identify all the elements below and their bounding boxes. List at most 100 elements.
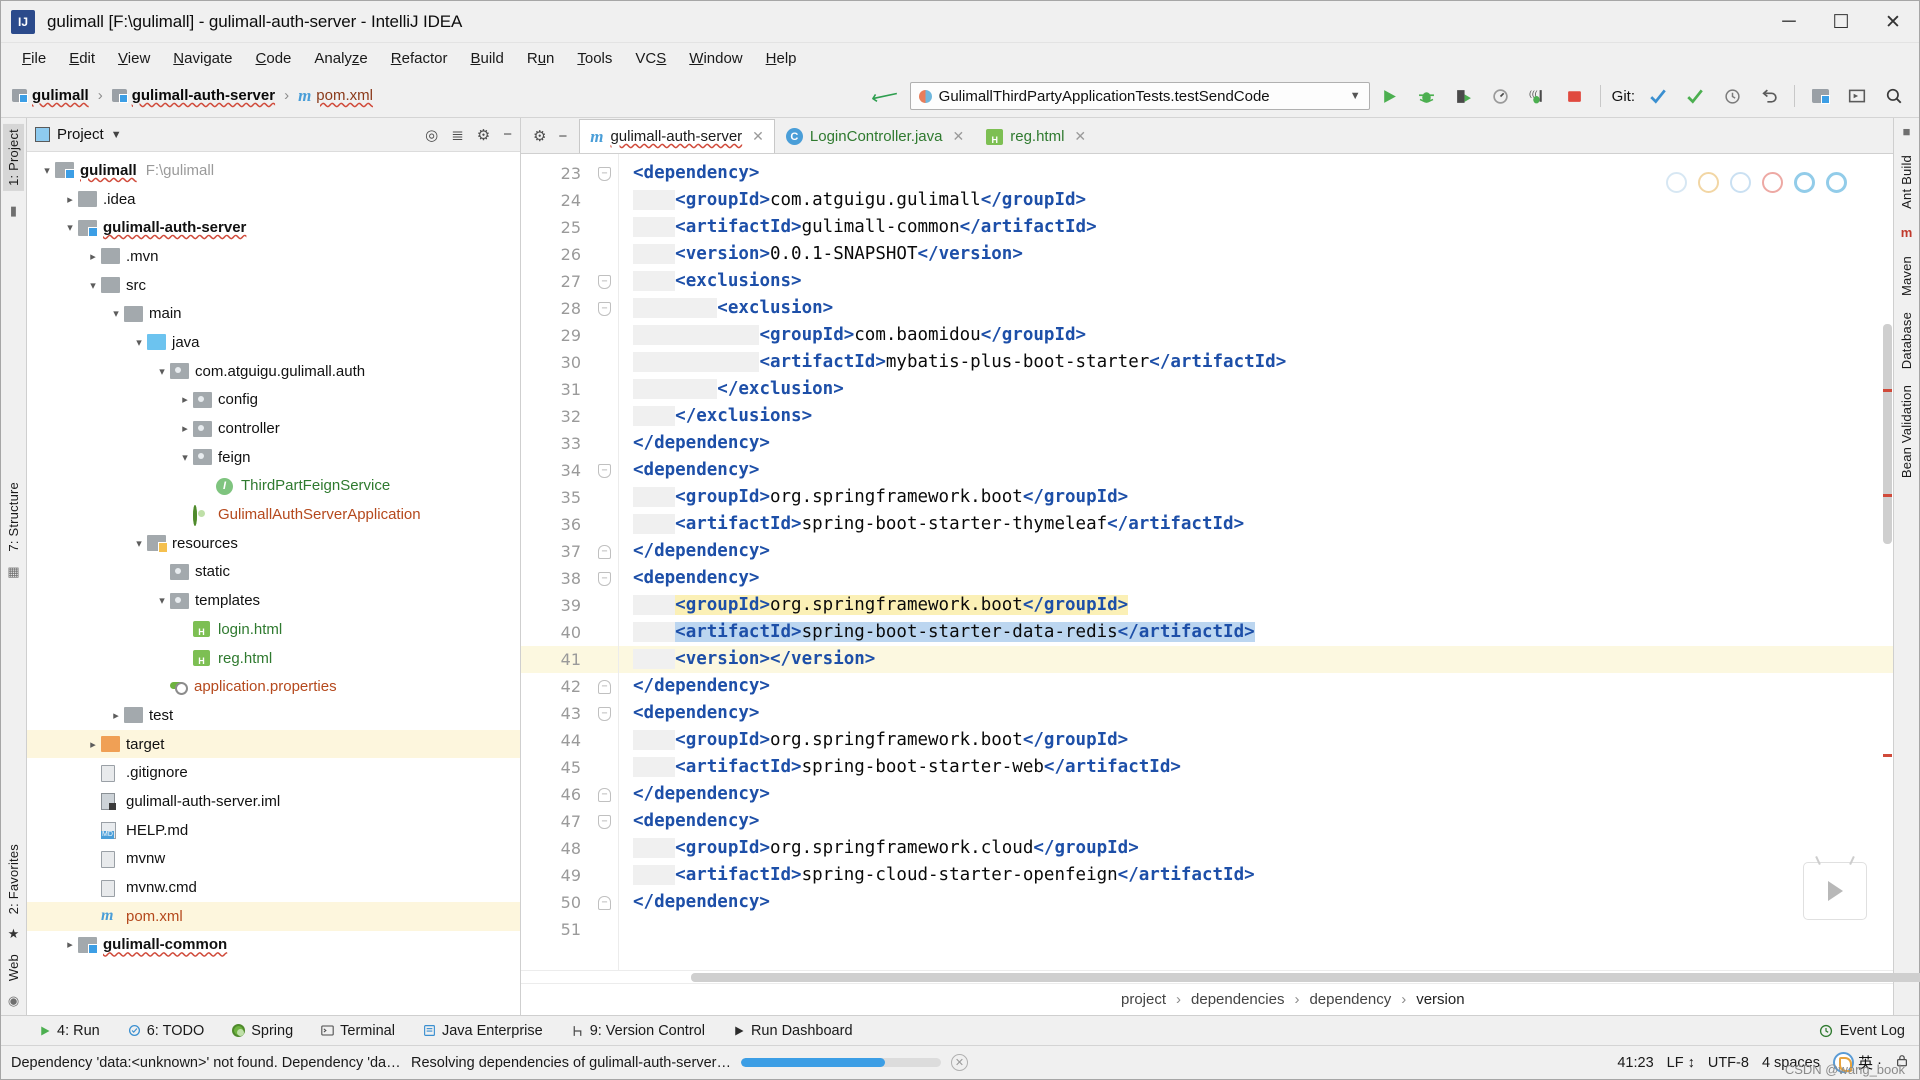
tree-node-target[interactable]: ▸ target (27, 729, 520, 759)
tool-window-run[interactable]: 4: Run (35, 1021, 104, 1041)
chevron-down-icon[interactable]: ▾ (154, 594, 170, 607)
globe-icon[interactable]: ◉ (8, 993, 19, 1009)
editor-breadcrumb-item[interactable]: version (1416, 991, 1464, 1008)
code-editor[interactable]: 23 24 25 26 27 28 29 30 31 32 33 34 35 36 37 38 39 40 41 42… (521, 154, 1893, 970)
hide-icon[interactable]: − (558, 128, 567, 145)
close-icon[interactable]: ✕ (1867, 1, 1919, 43)
code-line[interactable]: <version></version> (619, 646, 1893, 673)
sidebar-item-ant-build[interactable]: Ant Build (1899, 155, 1914, 209)
menu-refactor[interactable]: Refactor (380, 47, 459, 70)
code-line[interactable]: <dependency> (619, 565, 1893, 592)
editor-breadcrumb-item[interactable]: dependencies (1191, 991, 1284, 1008)
chevron-right-icon[interactable]: ▸ (62, 938, 78, 951)
fold-end-icon[interactable]: − (598, 544, 611, 559)
fold-collapse-icon[interactable]: − (598, 571, 611, 586)
chevron-down-icon[interactable]: ▾ (131, 336, 147, 349)
code-line[interactable]: </dependency> (619, 781, 1893, 808)
breadcrumb-item-file[interactable]: m pom.xml (295, 84, 376, 108)
star-icon[interactable]: ★ (8, 926, 20, 942)
code-line[interactable]: <version>0.0.1-SNAPSHOT</version> (619, 241, 1893, 268)
tree-node-mvn[interactable]: ▸ .mvn (27, 242, 520, 271)
sidebar-item-favorites[interactable]: 2: Favorites (6, 844, 21, 914)
commit-icon[interactable] (1678, 79, 1712, 113)
close-icon[interactable]: ✕ (953, 128, 965, 145)
sidebar-item-bean-validation[interactable]: Bean Validation (1899, 385, 1914, 478)
fold-end-icon[interactable]: − (598, 679, 611, 694)
edge-icon[interactable] (1794, 172, 1815, 193)
gear-icon[interactable]: ⚙ (533, 127, 546, 145)
fold-marker[interactable]: − (591, 808, 618, 835)
run-icon[interactable] (1373, 79, 1407, 113)
profiler-icon[interactable] (1484, 79, 1518, 113)
editor-horizontal-scrollbar[interactable] (521, 970, 1920, 983)
code-line[interactable]: </dependency> (619, 673, 1893, 700)
fold-marker[interactable]: − (591, 160, 618, 187)
error-stripe-mark[interactable] (1883, 494, 1892, 497)
code-line[interactable]: <artifactId>spring-cloud-starter-openfei… (619, 862, 1893, 889)
sidebar-item-structure[interactable]: 7: Structure (6, 482, 21, 552)
tree-node-templates[interactable]: ▾ templates (27, 586, 520, 615)
tree-node-application-properties[interactable]: application.properties (27, 672, 520, 701)
folder-icon[interactable]: ▮ (10, 203, 17, 219)
line-separator[interactable]: LF ↕ (1667, 1055, 1695, 1071)
hide-icon[interactable]: − (503, 126, 512, 143)
editor-breadcrumb-item[interactable]: dependency (1309, 991, 1391, 1008)
sidebar-item-project[interactable]: 1: Project (3, 124, 24, 191)
status-message[interactable]: Dependency 'data:<unknown>' not found. D… (11, 1055, 401, 1071)
code-line[interactable]: <groupId>org.springframework.boot</group… (619, 727, 1893, 754)
code-line[interactable]: <artifactId>spring-boot-starter-data-red… (619, 619, 1893, 646)
tree-node-gulimall-auth-server-iml[interactable]: gulimall-auth-server.iml (27, 787, 520, 816)
breadcrumb-item-module[interactable]: gulimall-auth-server (109, 85, 278, 106)
code-line[interactable]: <groupId>com.baomidou</groupId> (619, 322, 1893, 349)
scrollbar-thumb[interactable] (691, 973, 1920, 982)
menu-code[interactable]: Code (245, 47, 303, 70)
error-stripe-mark[interactable] (1883, 754, 1892, 757)
tree-node-pom-xml[interactable]: m pom.xml (27, 901, 520, 931)
sidebar-item-database[interactable]: Database (1899, 312, 1914, 369)
tree-node-help-md[interactable]: HELP.md (27, 816, 520, 845)
editor-breadcrumb-item[interactable]: project (1121, 991, 1166, 1008)
menu-file[interactable]: FFileile (11, 47, 57, 70)
fold-marker[interactable]: − (591, 673, 618, 700)
menu-vcs[interactable]: VCS (624, 47, 677, 70)
code-line[interactable]: <artifactId>spring-boot-starter-web</art… (619, 754, 1893, 781)
tree-node-java[interactable]: ▾ java (27, 328, 520, 357)
fold-marker[interactable]: − (591, 457, 618, 484)
chevron-right-icon[interactable]: ▸ (85, 250, 101, 263)
fold-collapse-icon[interactable]: − (598, 301, 611, 316)
stop-icon[interactable] (1558, 79, 1592, 113)
menu-edit[interactable]: Edit (58, 47, 106, 70)
event-log-group[interactable]: Event Log (1819, 1023, 1919, 1039)
tool-window-version-control[interactable]: 9: Version Control (567, 1021, 709, 1041)
fold-collapse-icon[interactable]: − (598, 706, 611, 721)
code-line[interactable]: <groupId>org.springframework.boot</group… (619, 592, 1893, 619)
chevron-down-icon[interactable]: ▾ (154, 365, 170, 378)
tool-window-run-dashboard[interactable]: Run Dashboard (729, 1021, 857, 1041)
tree-node-static[interactable]: static (27, 558, 520, 587)
code-line[interactable]: <artifactId>gulimall-common</artifactId> (619, 214, 1893, 241)
fold-marker[interactable]: − (591, 295, 618, 322)
fold-collapse-icon[interactable]: − (598, 463, 611, 478)
tab-gulimall-auth-server[interactable]: m gulimall-auth-server ✕ (579, 119, 775, 153)
tool-window-todo[interactable]: 6: TODO (124, 1021, 208, 1041)
tree-node-test[interactable]: ▸ test (27, 701, 520, 730)
update-project-icon[interactable] (1641, 79, 1675, 113)
tree-node-controller[interactable]: ▸ controller (27, 414, 520, 443)
menu-navigate[interactable]: Navigate (162, 47, 243, 70)
code-line[interactable]: <artifactId>mybatis-plus-boot-starter</a… (619, 349, 1893, 376)
opera-icon[interactable] (1762, 172, 1783, 193)
tree-node-gulimallauthserverapplication[interactable]: GulimallAuthServerApplication (27, 500, 520, 529)
tool-window-terminal[interactable]: Terminal (317, 1021, 399, 1041)
code-line[interactable]: <dependency> (619, 808, 1893, 835)
tab-logincontroller-java[interactable]: C LoginController.java ✕ (775, 119, 975, 153)
gear-icon[interactable]: ⚙ (477, 126, 490, 144)
ant-icon[interactable]: ■ (1903, 124, 1911, 139)
tab-reg-html[interactable]: H reg.html ✕ (975, 119, 1097, 153)
editor-vertical-scrollbar[interactable] (1881, 154, 1893, 970)
fold-collapse-icon[interactable]: − (598, 166, 611, 181)
history-icon[interactable] (1715, 79, 1749, 113)
collapse-all-icon[interactable]: ≣ (451, 126, 464, 144)
code-line[interactable]: </exclusions> (619, 403, 1893, 430)
code-line[interactable] (619, 916, 1893, 943)
project-tree[interactable]: ▾ gulimall F:\gulimall ▸ .idea ▾ gulimall-auth… (27, 152, 520, 1015)
